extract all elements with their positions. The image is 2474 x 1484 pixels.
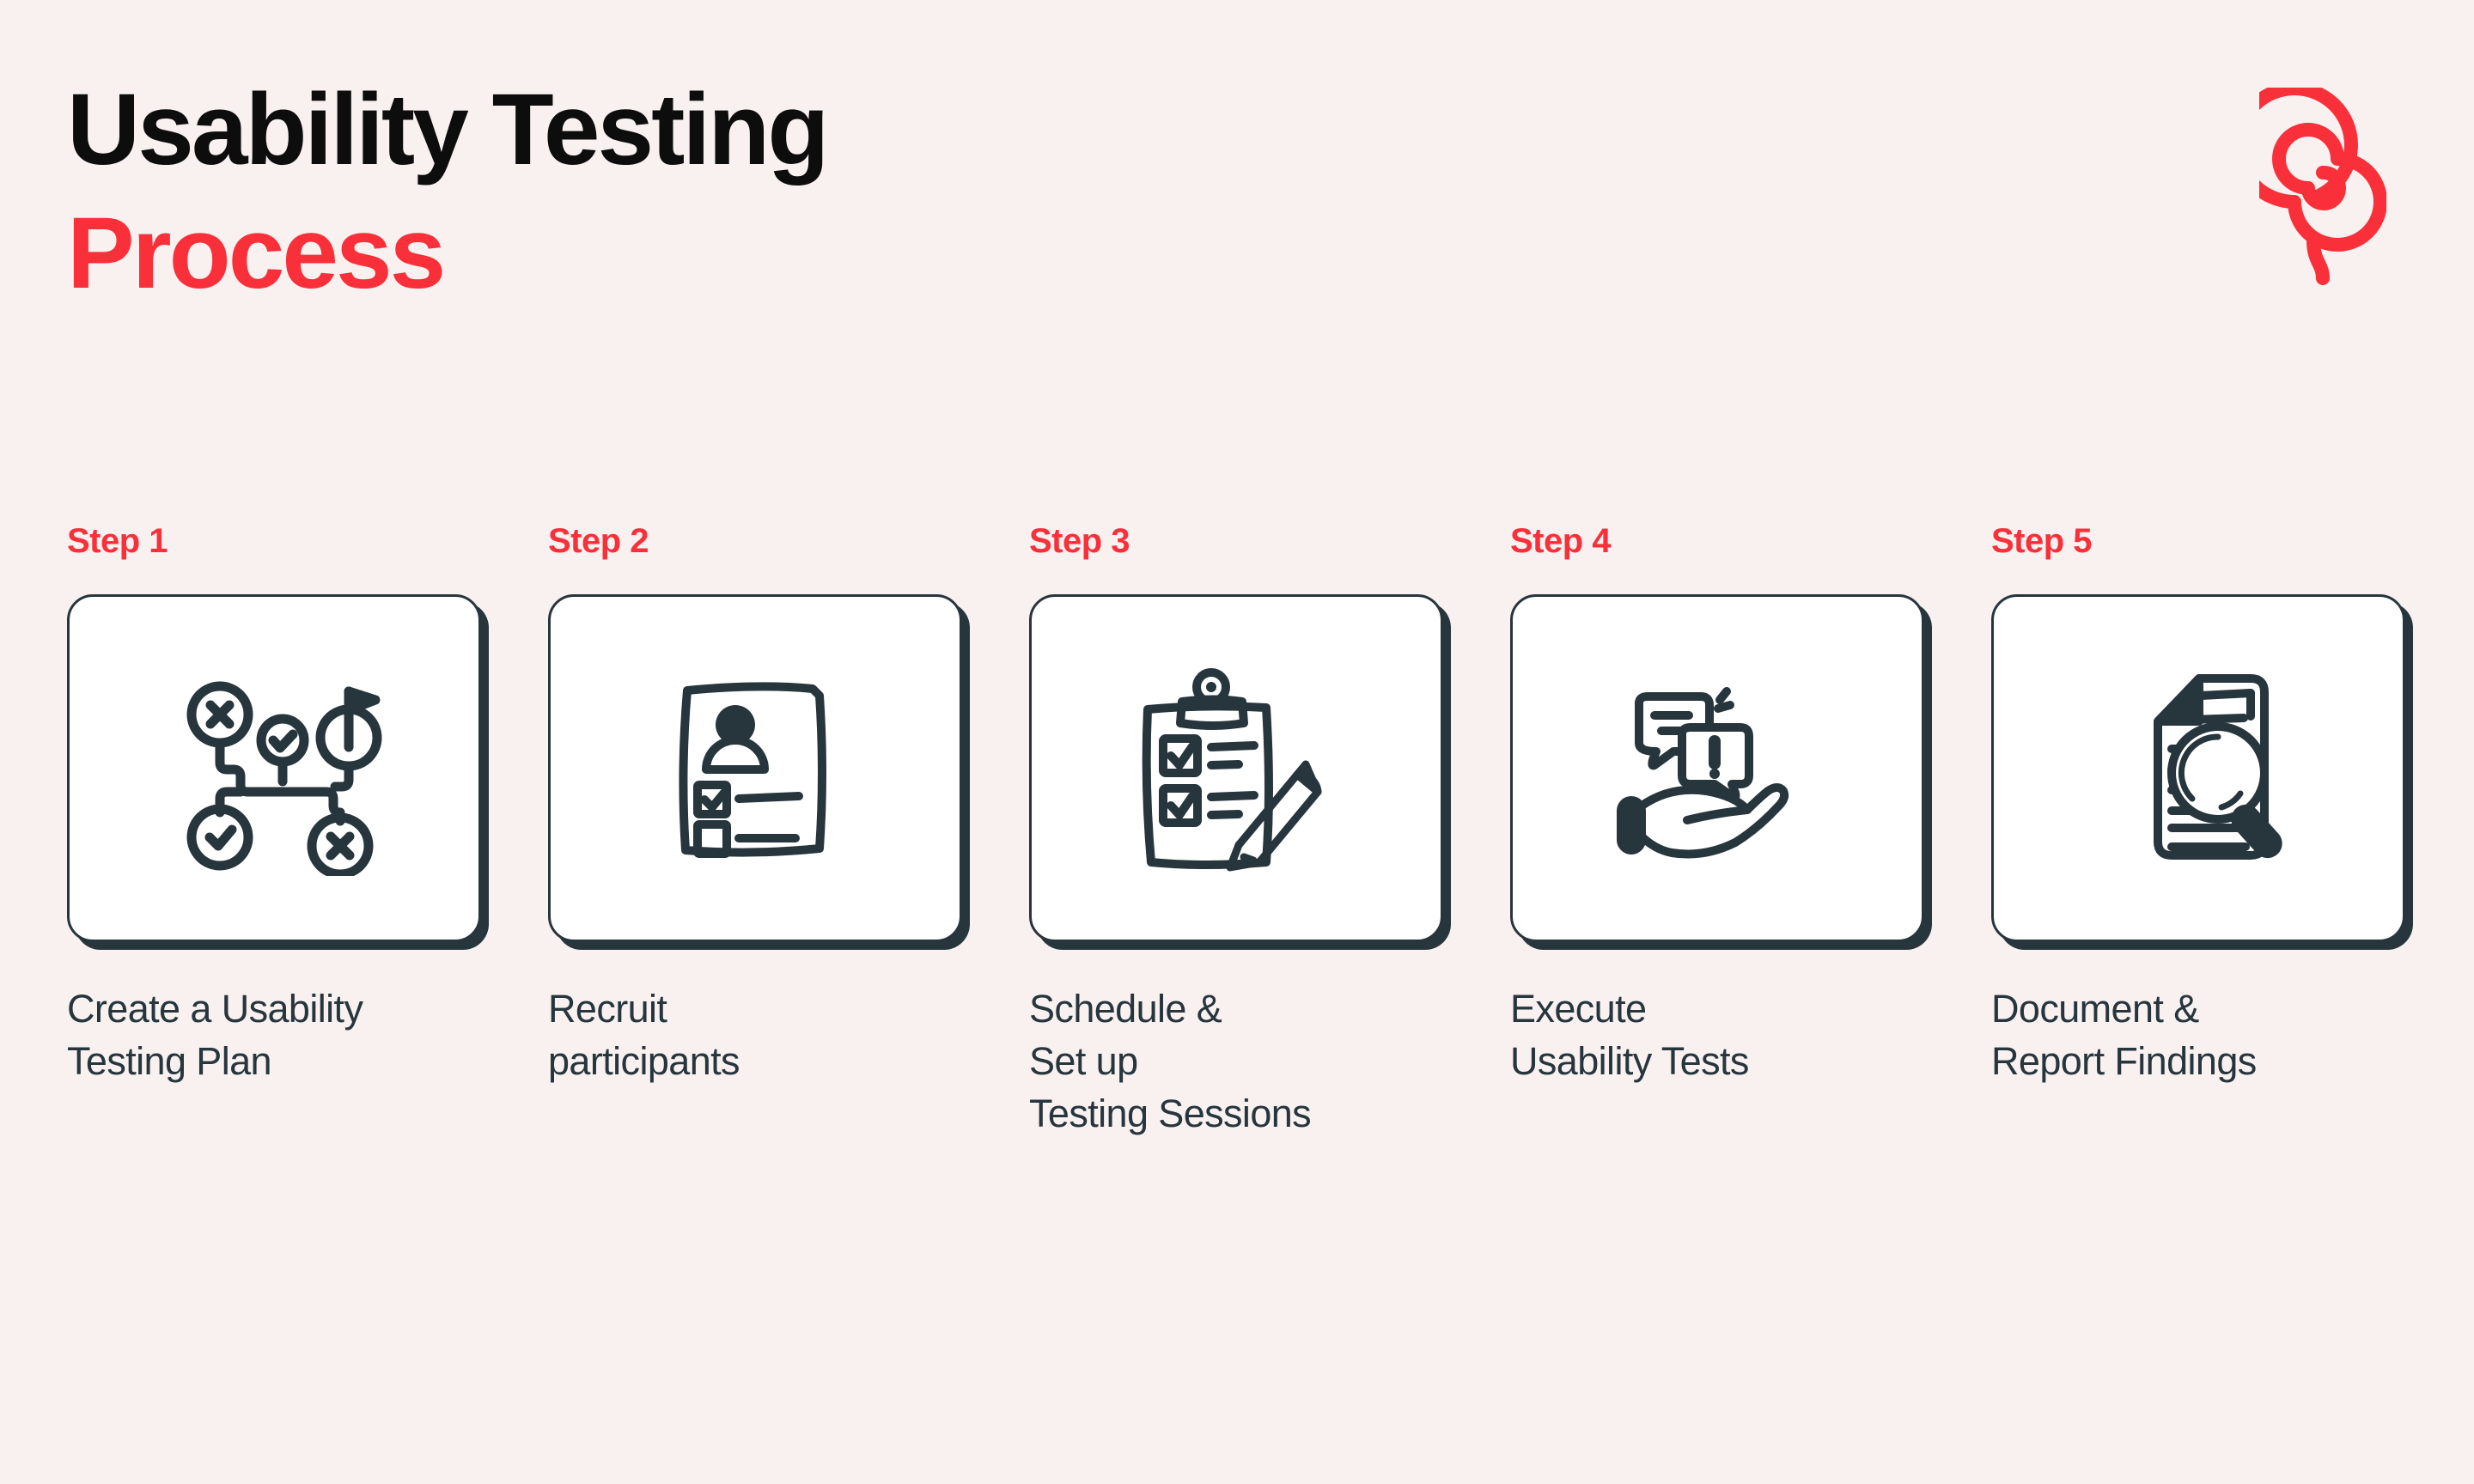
slide-header: Usability Testing Process [67,79,2407,304]
flowchart-plan-icon [186,681,382,876]
steps-row: Step 1 Create a Usability Testing Plan S… [67,524,2421,1140]
step-item-5: Step 5 Document & Report Findings [1991,524,2412,1088]
step-item-4: Step 4 Execute Usability Tests [1510,524,1931,1088]
step-card-5[interactable] [1991,594,2405,942]
step-label-1: Step 1 [67,522,168,560]
step-caption-4: Execute Usability Tests [1510,987,1749,1083]
step-card-4[interactable] [1510,594,1924,942]
spiral-lollipop-logo [2259,88,2386,285]
step-label-3: Step 3 [1029,522,1130,560]
document-magnifier-icon [2154,674,2282,860]
title-line-primary: Usability Testing [67,73,829,186]
step-card-2[interactable] [548,594,962,942]
slide-root: Usability Testing Process Step 1 Create … [0,0,2474,1484]
step-label-2: Step 2 [548,522,649,560]
step-card-1[interactable] [67,594,481,942]
step-item-1: Step 1 Create a Usability Testing Plan [67,524,488,1088]
step-caption-2: Recruit participants [548,987,740,1083]
title-line-accent: Process [67,197,446,310]
step-caption-1: Create a Usability Testing Plan [67,987,363,1083]
step-caption-5: Document & Report Findings [1991,987,2257,1083]
step-item-2: Step 2 Recruit participants [548,524,969,1088]
step-card-3[interactable] [1029,594,1443,942]
step-caption-3: Schedule & Set up Testing Sessions [1029,987,1312,1135]
participant-profile-form-icon [679,681,826,858]
step-label-5: Step 5 [1991,522,2093,560]
page-title: Usability Testing Process [67,73,829,310]
hand-speech-bubbles-icon [1617,687,1789,859]
step-label-4: Step 4 [1510,522,1612,560]
step-item-3: Step 3 Schedule & Set up Testing Session… [1029,524,1450,1140]
clipboard-pencil-icon [1142,668,1322,872]
